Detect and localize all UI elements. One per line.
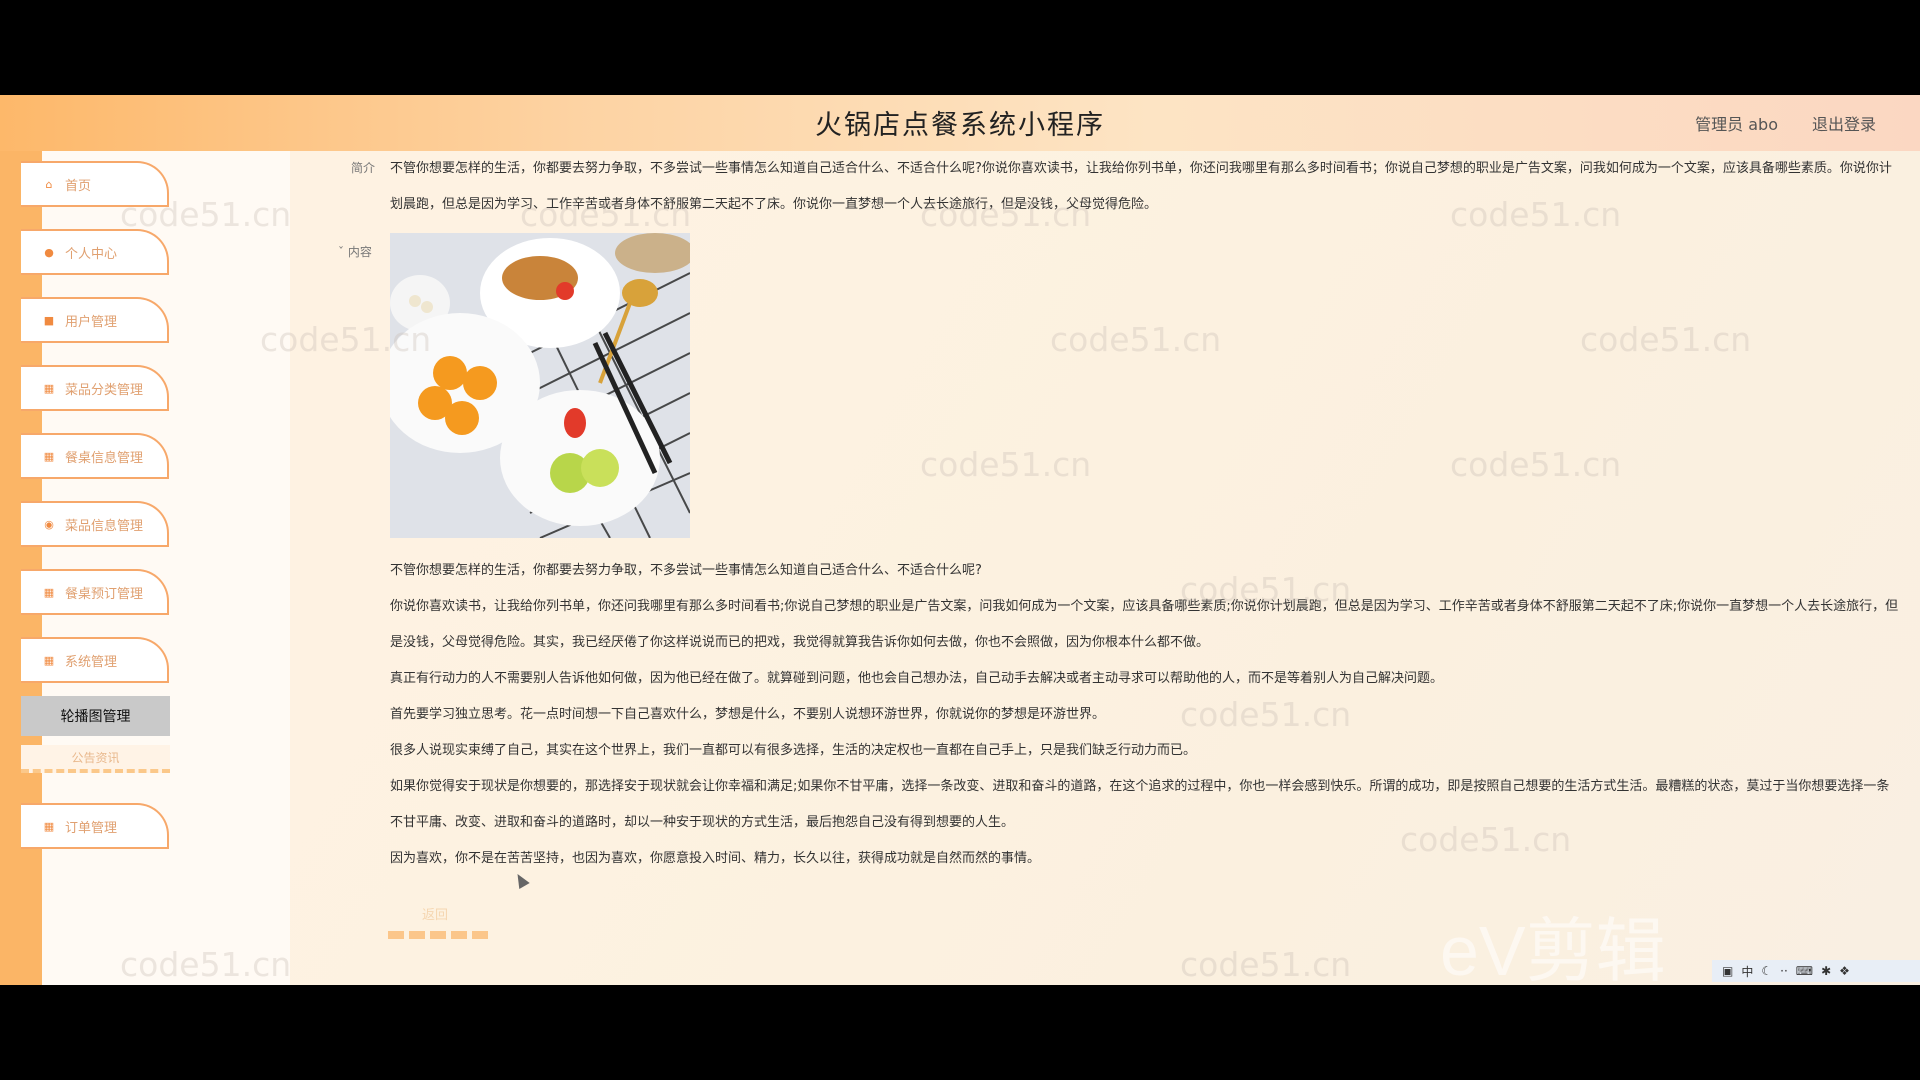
admin-user-label: 管理员 abo <box>1695 115 1778 134</box>
grid-icon: ▦ <box>43 819 55 833</box>
page-title: 火锅店点餐系统小程序 <box>815 110 1105 141</box>
sidebar-item-label: 订单管理 <box>65 820 118 836</box>
sidebar-item-dish-category[interactable]: ▦ 菜品分类管理 <box>21 365 169 411</box>
grid-icon: ▦ <box>43 653 55 667</box>
app-window: 火锅店点餐系统小程序 管理员 abo 退出登录 ⌂ 首页 ● 个人中心 ■ 用户… <box>0 95 1920 985</box>
content-paragraph: 不管你想要怎样的生活，你都要去努力争取，不多尝试一些事情怎么知道自己适合什么、不… <box>390 563 982 578</box>
submenu-item-carousel[interactable]: 轮播图管理 <box>21 696 170 736</box>
content-paragraph: 如果你觉得安于现状是你想要的，那选择安于现状就会让你幸福和满足;如果你不甘平庸，… <box>390 779 1890 830</box>
user-icon: ● <box>44 245 54 259</box>
sidebar-item-table-info[interactable]: ▦ 餐桌信息管理 <box>21 433 169 479</box>
sidebar: ⌂ 首页 ● 个人中心 ■ 用户管理 ▦ 菜品分类管理 ▦ 餐桌信息管理 ◉ 菜… <box>21 151 290 985</box>
sidebar-item-label: 用户管理 <box>65 314 118 330</box>
food-photo <box>390 233 690 538</box>
intro-text: 不管你想要怎样的生活，你都要去努力争取，不多尝试一些事情怎么知道自己适合什么、不… <box>390 161 1892 212</box>
content-image <box>390 233 690 538</box>
chevron-down-icon: ˇ <box>338 245 348 259</box>
detail-panel: 简介 不管你想要怎样的生活，你都要去努力争取，不多尝试一些事情怎么知道自己适合什… <box>290 151 1920 985</box>
keyboard-icon[interactable]: ⌨ <box>1796 964 1813 978</box>
content-label: ˇ 内容 <box>338 245 372 259</box>
content-paragraph: 很多人说现实束缚了自己，其实在这个世界上，我们一直都可以有很多选择，生活的决定权… <box>390 743 1197 758</box>
sidebar-item-label: 首页 <box>65 178 92 194</box>
content-paragraph: 因为喜欢，你不是在苦苦坚持，也因为喜欢，你愿意投入时间、精力，长久以往，获得成功… <box>390 851 1041 866</box>
sidebar-item-label: 餐桌信息管理 <box>65 450 144 466</box>
return-button[interactable]: 返回 <box>390 897 480 929</box>
sidebar-item-users[interactable]: ■ 用户管理 <box>21 297 169 343</box>
sidebar-item-profile[interactable]: ● 个人中心 <box>21 229 169 275</box>
letterbox-top <box>0 0 1920 95</box>
home-icon: ⌂ <box>45 177 53 191</box>
input-language-indicator[interactable]: 中 <box>1741 963 1753 980</box>
system-tray: ▣ 中 ☾ ·· ⌨ ✱ ❖ <box>1712 960 1920 982</box>
sidebar-item-system[interactable]: ▦ 系统管理 <box>21 637 169 683</box>
intro-label: 简介 <box>351 161 376 175</box>
settings-icon[interactable]: ✱ <box>1821 964 1831 978</box>
sidebar-item-dish-info[interactable]: ◉ 菜品信息管理 <box>21 501 169 547</box>
letterbox-bottom <box>0 985 1920 1080</box>
users-icon: ■ <box>43 313 55 327</box>
grid-icon: ▦ <box>43 381 55 395</box>
content-paragraph: 你说你喜欢读书，让我给你列书单，你还问我哪里有那么多时间看书;你说自己梦想的职业… <box>390 599 1899 650</box>
header: 火锅店点餐系统小程序 管理员 abo 退出登录 <box>0 95 1920 151</box>
sidebar-item-label: 菜品信息管理 <box>65 518 144 534</box>
return-button-underline <box>388 931 488 947</box>
moon-icon: ☾ <box>1761 964 1773 978</box>
sidebar-item-home[interactable]: ⌂ 首页 <box>21 161 169 207</box>
dots-icon: ·· <box>1780 964 1788 978</box>
sidebar-item-label: 系统管理 <box>65 654 118 670</box>
sidebar-item-label: 菜品分类管理 <box>65 382 144 398</box>
content-paragraph: 真正有行动力的人不需要别人告诉他如何做，因为他已经在做了。就算碰到问题，他也会自… <box>390 671 1444 686</box>
grid-icon: ▦ <box>43 449 55 463</box>
grid-icon: ▦ <box>43 585 55 599</box>
network-icon[interactable]: ▣ <box>1722 964 1733 978</box>
sidebar-item-orders[interactable]: ▦ 订单管理 <box>21 803 169 849</box>
info-icon: ◉ <box>44 517 54 531</box>
submenu-item-announcements[interactable]: 公告资讯 <box>21 745 170 773</box>
content-paragraph: 首先要学习独立思考。花一点时间想一下自己喜欢什么，梦想是什么，不要别人说想环游世… <box>390 707 1106 722</box>
sidebar-item-label: 个人中心 <box>65 246 118 262</box>
sidebar-item-label: 餐桌预订管理 <box>65 586 144 602</box>
sidebar-item-table-booking[interactable]: ▦ 餐桌预订管理 <box>21 569 169 615</box>
content-body: 不管你想要怎样的生活，你都要去努力争取，不多尝试一些事情怎么知道自己适合什么、不… <box>390 553 1900 877</box>
logout-link[interactable]: 退出登录 <box>1812 111 1876 135</box>
wrench-icon[interactable]: ❖ <box>1839 964 1850 978</box>
